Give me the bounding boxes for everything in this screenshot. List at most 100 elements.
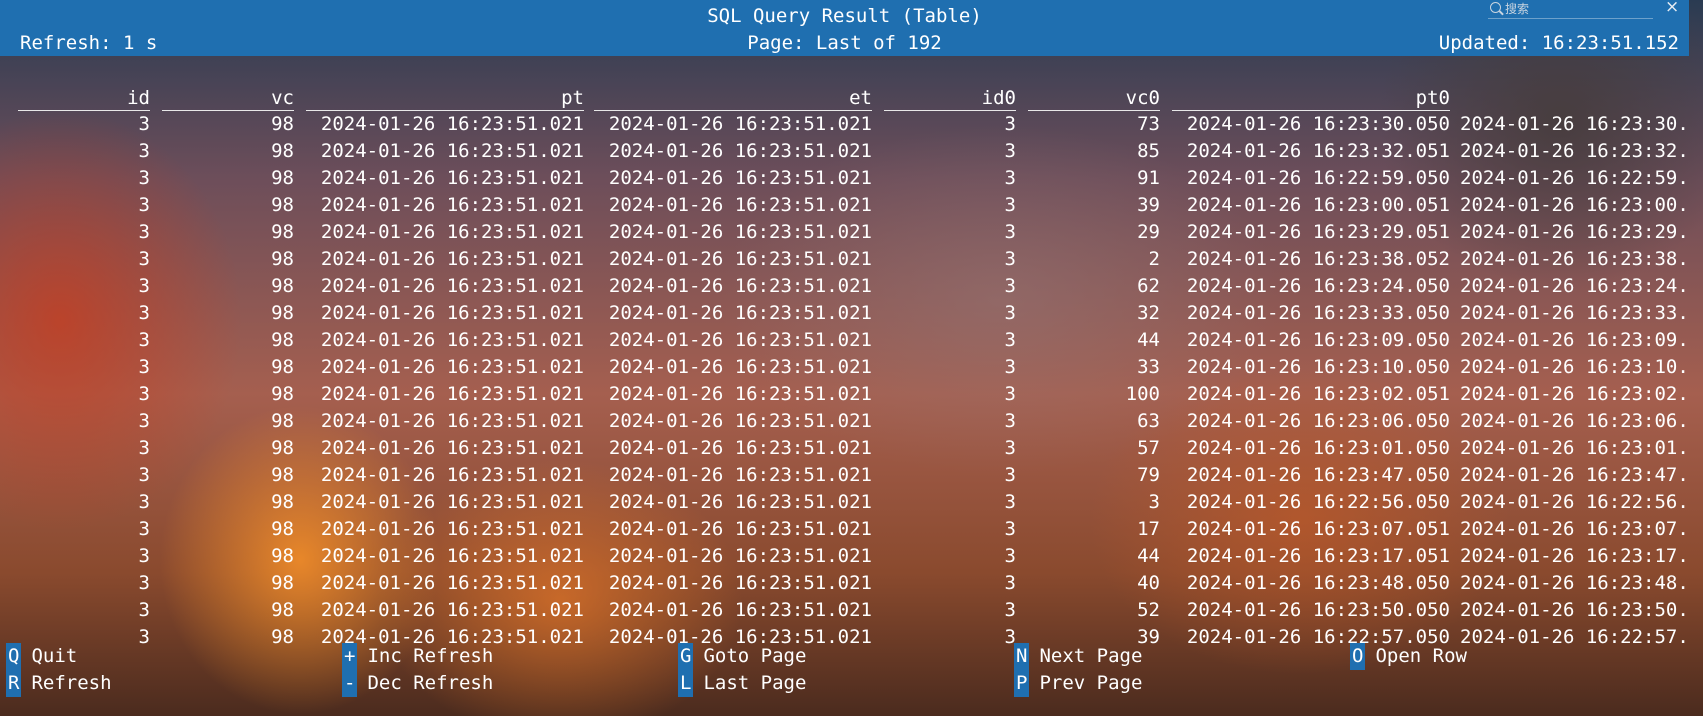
hint-quit[interactable]: Q Quit bbox=[6, 643, 77, 670]
cell-et0: 2024-01-26 16:23:29. bbox=[1460, 221, 1689, 243]
cell-vc0: 63 bbox=[1137, 410, 1160, 432]
cell-pt: 2024-01-26 16:23:51.021 bbox=[320, 356, 584, 378]
cell-et0: 2024-01-26 16:23:32. bbox=[1460, 140, 1689, 162]
cell-vc: 98 bbox=[271, 545, 294, 567]
cell-id0: 3 bbox=[1004, 572, 1016, 594]
cell-pt: 2024-01-26 16:23:51.021 bbox=[320, 113, 584, 135]
hint-next-page[interactable]: N Next Page bbox=[1014, 643, 1142, 670]
cell-id: 3 bbox=[138, 248, 150, 270]
cell-id0: 3 bbox=[1004, 626, 1016, 648]
cell-et: 2024-01-26 16:23:51.021 bbox=[608, 572, 872, 594]
cell-pt0: 2024-01-26 16:23:38.052 bbox=[1186, 248, 1450, 270]
cell-pt: 2024-01-26 16:23:51.021 bbox=[320, 491, 584, 513]
cell-et0: 2024-01-26 16:23:02. bbox=[1460, 383, 1689, 405]
cell-et: 2024-01-26 16:23:51.021 bbox=[608, 518, 872, 540]
column-header-pt0: pt0 bbox=[1172, 86, 1450, 111]
cell-pt0: 2024-01-26 16:23:01.050 bbox=[1186, 437, 1450, 459]
cell-id: 3 bbox=[138, 491, 150, 513]
cell-id: 3 bbox=[138, 140, 150, 162]
cell-et: 2024-01-26 16:23:51.021 bbox=[608, 113, 872, 135]
cell-pt0: 2024-01-26 16:23:24.050 bbox=[1186, 275, 1450, 297]
cell-vc: 98 bbox=[271, 572, 294, 594]
cell-et0: 2024-01-26 16:23:00. bbox=[1460, 194, 1689, 216]
cell-et: 2024-01-26 16:23:51.021 bbox=[608, 410, 872, 432]
cell-pt0: 2024-01-26 16:23:07.051 bbox=[1186, 518, 1450, 540]
cell-id0: 3 bbox=[1004, 437, 1016, 459]
cell-id0: 3 bbox=[1004, 545, 1016, 567]
cell-id0: 3 bbox=[1004, 140, 1016, 162]
cell-id: 3 bbox=[138, 518, 150, 540]
column-header-vc: vc bbox=[162, 86, 294, 111]
cell-pt: 2024-01-26 16:23:51.021 bbox=[320, 248, 584, 270]
cell-id0: 3 bbox=[1004, 167, 1016, 189]
search-box[interactable]: 搜索 bbox=[1488, 0, 1653, 19]
window-title: SQL Query Result (Table) bbox=[707, 5, 982, 27]
cell-id: 3 bbox=[138, 329, 150, 351]
cell-id0: 3 bbox=[1004, 248, 1016, 270]
cell-pt0: 2024-01-26 16:23:29.051 bbox=[1186, 221, 1450, 243]
cell-et: 2024-01-26 16:23:51.021 bbox=[608, 464, 872, 486]
hint-goto-page[interactable]: G Goto Page bbox=[678, 643, 806, 670]
cell-vc0: 3 bbox=[1148, 491, 1160, 513]
updated-timestamp: Updated: 16:23:51.152 bbox=[1438, 32, 1679, 54]
cell-et0: 2024-01-26 16:23:48. bbox=[1460, 572, 1689, 594]
hint-key: R bbox=[6, 670, 22, 697]
hint-prev-page[interactable]: P Prev Page bbox=[1014, 670, 1142, 697]
cell-id: 3 bbox=[138, 572, 150, 594]
cell-vc0: 79 bbox=[1137, 464, 1160, 486]
cell-pt0: 2024-01-26 16:23:48.050 bbox=[1186, 572, 1450, 594]
cell-vc: 98 bbox=[271, 140, 294, 162]
cell-id0: 3 bbox=[1004, 410, 1016, 432]
cell-pt0: 2024-01-26 16:23:33.050 bbox=[1186, 302, 1450, 324]
cell-pt: 2024-01-26 16:23:51.021 bbox=[320, 329, 584, 351]
hint-label: Prev Page bbox=[1039, 672, 1143, 694]
hint-key: Q bbox=[6, 643, 22, 670]
cell-id: 3 bbox=[138, 167, 150, 189]
cell-id: 3 bbox=[138, 113, 150, 135]
cell-pt0: 2024-01-26 16:23:02.051 bbox=[1186, 383, 1450, 405]
close-icon[interactable]: × bbox=[1665, 0, 1679, 17]
hint-refresh[interactable]: R Refresh bbox=[6, 670, 112, 697]
cell-id: 3 bbox=[138, 383, 150, 405]
cell-pt: 2024-01-26 16:23:51.021 bbox=[320, 167, 584, 189]
cell-et0: 2024-01-26 16:23:47. bbox=[1460, 464, 1689, 486]
hint-label: Last Page bbox=[703, 672, 807, 694]
cell-pt0: 2024-01-26 16:23:00.051 bbox=[1186, 194, 1450, 216]
cell-vc0: 57 bbox=[1137, 437, 1160, 459]
search-icon bbox=[1490, 2, 1501, 13]
search-placeholder: 搜索 bbox=[1505, 2, 1530, 16]
cell-pt: 2024-01-26 16:23:51.021 bbox=[320, 545, 584, 567]
hint-key: P bbox=[1014, 670, 1030, 697]
cell-vc: 98 bbox=[271, 599, 294, 621]
cell-id0: 3 bbox=[1004, 221, 1016, 243]
cell-pt0: 2024-01-26 16:22:56.050 bbox=[1186, 491, 1450, 513]
cell-vc0: 44 bbox=[1137, 329, 1160, 351]
cell-pt: 2024-01-26 16:23:51.021 bbox=[320, 410, 584, 432]
cell-pt: 2024-01-26 16:23:51.021 bbox=[320, 383, 584, 405]
cell-et: 2024-01-26 16:23:51.021 bbox=[608, 437, 872, 459]
cell-id0: 3 bbox=[1004, 599, 1016, 621]
cell-id: 3 bbox=[138, 302, 150, 324]
cell-vc: 98 bbox=[271, 167, 294, 189]
hint-open-row[interactable]: O Open Row bbox=[1350, 643, 1467, 670]
cell-et0: 2024-01-26 16:22:59. bbox=[1460, 167, 1689, 189]
hint-last-page[interactable]: L Last Page bbox=[678, 670, 806, 697]
cell-et0: 2024-01-26 16:23:01. bbox=[1460, 437, 1689, 459]
hint-label: Open Row bbox=[1375, 645, 1467, 667]
cell-vc0: 39 bbox=[1137, 194, 1160, 216]
page-indicator: Page: Last of 192 bbox=[747, 32, 942, 54]
cell-et0: 2024-01-26 16:23:17. bbox=[1460, 545, 1689, 567]
hint-label: Goto Page bbox=[703, 645, 807, 667]
cell-et0: 2024-01-26 16:23:30. bbox=[1460, 113, 1689, 135]
cell-id0: 3 bbox=[1004, 464, 1016, 486]
column-header-et0 bbox=[1460, 86, 1700, 110]
hint-dec-refresh[interactable]: - Dec Refresh bbox=[342, 670, 493, 697]
hint-inc-refresh[interactable]: + Inc Refresh bbox=[342, 643, 493, 670]
column-header-vc0: vc0 bbox=[1028, 86, 1160, 111]
cell-vc: 98 bbox=[271, 113, 294, 135]
column-header-id: id bbox=[18, 86, 150, 111]
cell-id0: 3 bbox=[1004, 302, 1016, 324]
header-bar: SQL Query Result (Table) Refresh: 1 s Pa… bbox=[0, 0, 1689, 56]
cell-et0: 2024-01-26 16:23:50. bbox=[1460, 599, 1689, 621]
cell-pt0: 2024-01-26 16:23:10.050 bbox=[1186, 356, 1450, 378]
